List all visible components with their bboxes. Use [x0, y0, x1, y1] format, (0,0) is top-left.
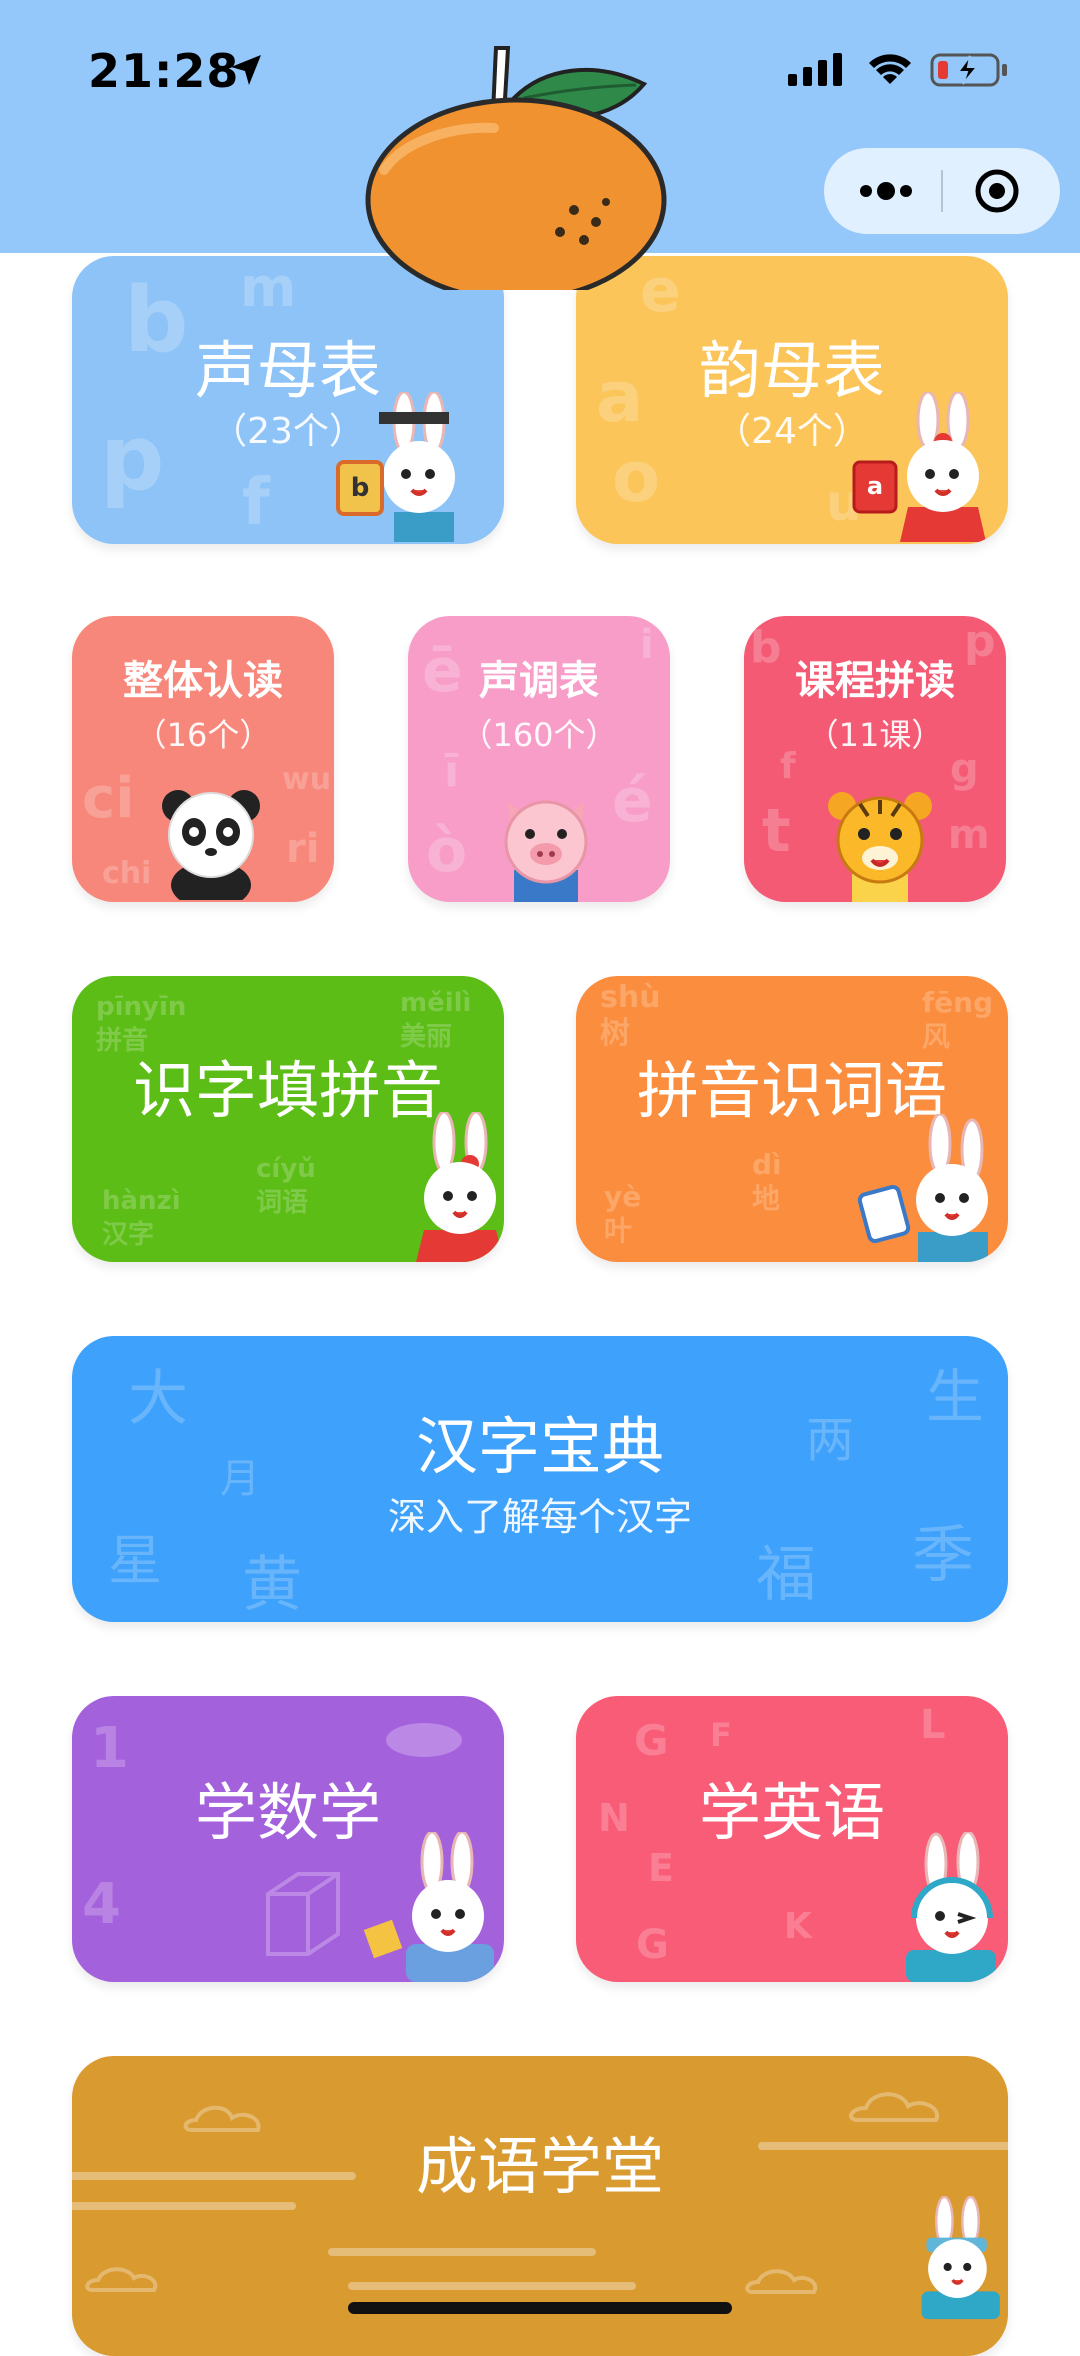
deco-letter: K [784, 1906, 812, 1947]
deco-letter: G [634, 1716, 669, 1765]
card-hanzi[interactable]: 大 月 星 黄 两 生 福 季 汉字宝典 深入了解每个汉字 [72, 1336, 1008, 1622]
deco-letter: m [948, 812, 990, 858]
deco-letter: ri [286, 826, 320, 872]
card-zhengti[interactable]: ci chi wu ri 整体认读 （16个） [72, 616, 334, 902]
cellular-signal-icon [788, 53, 842, 86]
card-title: 整体认读 [123, 658, 283, 704]
card-subtitle: 深入了解每个汉字 [387, 1495, 692, 1539]
card-subtitle: （11课） [806, 716, 944, 754]
rabbit-girl-character: a [852, 392, 986, 542]
svg-text:a: a [867, 472, 883, 500]
card-shizi[interactable]: pīnyīn 拼音 měilì 美丽 cíyǔ 词语 hànzì 汉字 识字填拼… [72, 976, 504, 1262]
deco-letter: wu [282, 762, 332, 797]
rabbit-scholar-character [921, 2196, 1000, 2320]
card-yunmu[interactable]: e a o u 韵母表 （24个） a [576, 256, 1008, 544]
deco-letter: f [242, 466, 270, 540]
svg-text:b: b [351, 473, 370, 503]
deco-text: hànzì 汉字 [102, 1186, 181, 1250]
card-yingyu[interactable]: G F L N E G K 学英语 [576, 1696, 1008, 1982]
tiger-character [828, 792, 932, 902]
card-subtitle: （160个） [460, 716, 618, 754]
deco-letter: chi [102, 856, 152, 891]
deco-letter: t [762, 796, 791, 866]
card-title: 成语学堂 [415, 2130, 664, 2203]
card-kecheng[interactable]: b t g m p f 课程拼读 （11课） [744, 616, 1006, 902]
deco-letter: 4 [82, 1872, 121, 1937]
target-close-icon[interactable] [974, 168, 1020, 214]
rabbit-astronaut-character [363, 1832, 494, 1982]
card-title: 课程拼读 [795, 658, 955, 704]
more-dots-icon[interactable] [854, 168, 918, 214]
deco-letter: F [710, 1716, 732, 1754]
deco-letter: é [612, 766, 653, 836]
tangerine-mascot [365, 46, 667, 290]
panda-character [162, 790, 260, 900]
card-title: 声调表 [479, 658, 599, 704]
location-arrow-icon [231, 55, 261, 85]
deco-text: yè 叶 [604, 1180, 642, 1247]
ellipse-shape [386, 1723, 462, 1757]
rabbit-headphone-character [906, 1832, 996, 1982]
home-indicator [348, 2302, 732, 2314]
deco-text: dì 地 [752, 1148, 782, 1215]
rabbit-book-character [416, 1112, 504, 1262]
deco-letter: L [920, 1702, 946, 1748]
card-shengmu[interactable]: b m p f 声母表 （23个） b [72, 256, 504, 544]
battery-charging-icon [930, 53, 1007, 87]
card-shengdiao[interactable]: ē ī ò é i 声调表 （160个） [408, 616, 670, 902]
deco-letter: ò [426, 816, 468, 886]
cube-outline-icon [266, 1872, 340, 1956]
deco-letter: m [240, 256, 297, 319]
rabbit-graduate-character: b [336, 392, 455, 542]
card-subtitle: （16个） [134, 716, 272, 754]
pig-character [504, 800, 588, 902]
status-time: 21:28 [88, 44, 240, 98]
capsule-divider [941, 170, 943, 212]
rabbit-card-character [857, 1114, 988, 1262]
deco-letter: E [648, 1846, 674, 1890]
deco-letter: ci [82, 766, 135, 831]
miniprogram-capsule [824, 148, 1060, 234]
deco-letter: G [636, 1922, 669, 1968]
deco-text: cíyǔ 词语 [256, 1154, 316, 1218]
deco-char: 黄 [242, 1550, 302, 1620]
card-title: 汉字宝典 [415, 1410, 664, 1483]
card-shuxue[interactable]: 1 4 学数学 [72, 1696, 504, 1982]
wifi-icon [869, 54, 911, 84]
card-pinyin-ciyu[interactable]: shù 树 fēng 风 dì 地 yè 叶 拼音识词语 [576, 976, 1008, 1262]
